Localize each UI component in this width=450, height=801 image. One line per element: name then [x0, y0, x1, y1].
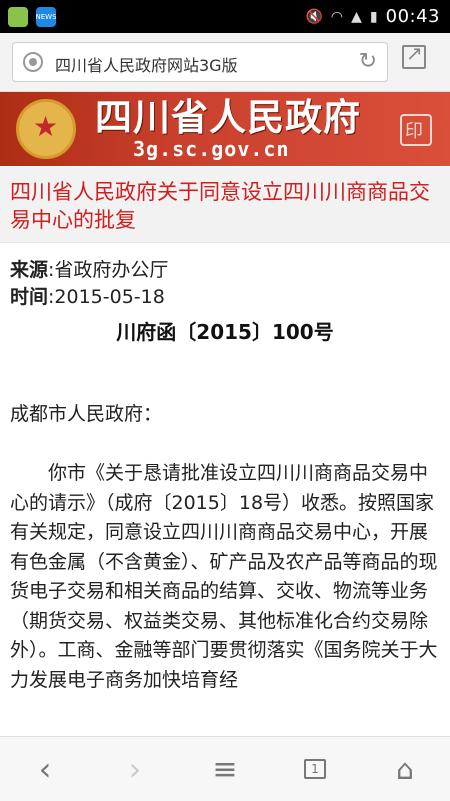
article-headline: 四川省人民政府关于同意设立四川川商商品交易中心的批复 — [10, 180, 430, 232]
news-notification-icon: NEWS — [35, 7, 57, 27]
site-banner: 四川省人民政府 3g.sc.gov.cn — [0, 92, 450, 166]
app-notification-icon — [8, 7, 28, 27]
salutation: 成都市人民政府： — [10, 403, 163, 425]
tabs-icon[interactable]: 1 — [270, 737, 360, 801]
globe-icon — [23, 52, 43, 72]
time-row: 时间:2015-05-18 — [10, 284, 440, 311]
menu-icon[interactable]: ≡ — [180, 737, 270, 801]
tabs-count: 1 — [304, 759, 326, 779]
status-bar: NEWS 🔇 ◠ ▲ ▮ 00:43 — [0, 0, 450, 33]
notification-icons: NEWS — [8, 7, 57, 27]
forward-icon[interactable]: › — [90, 737, 180, 801]
article-headline-box: 四川省人民政府关于同意设立四川川商商品交易中心的批复 — [0, 167, 450, 243]
home-icon[interactable]: ⌂ — [360, 737, 450, 801]
system-icons: 🔇 ◠ ▲ ▮ 00:43 — [305, 6, 440, 27]
bottom-navigation: ‹ › ≡ 1 ⌂ — [0, 736, 450, 801]
battery-icon: ▮ — [369, 8, 378, 25]
source-label: 来源 — [10, 259, 49, 281]
time-value: :2015-05-18 — [48, 286, 165, 308]
banner-domain: 3g.sc.gov.cn — [133, 137, 290, 161]
back-icon[interactable]: ‹ — [0, 737, 90, 801]
url-input[interactable]: 四川省人民政府网站3G版 ↻ — [12, 42, 388, 82]
article-meta: 来源:省政府办公厅 时间:2015-05-18 — [10, 257, 440, 311]
address-bar: 四川省人民政府网站3G版 ↻ — [0, 33, 450, 92]
mute-icon: 🔇 — [305, 8, 323, 25]
document-number: 川府函〔2015〕100号 — [116, 320, 334, 344]
banner-title: 四川省人民政府 — [95, 96, 361, 139]
source-value: :省政府办公厅 — [48, 259, 169, 281]
national-emblem-icon — [16, 99, 76, 159]
refresh-icon[interactable]: ↻ — [359, 49, 377, 74]
article-body: 你市《关于恳请批准设立四川川商商品交易中心的请示》（成府〔2015〕18号）收悉… — [10, 462, 438, 691]
page-title-in-url: 四川省人民政府网站3G版 — [55, 56, 238, 75]
source-row: 来源:省政府办公厅 — [10, 257, 440, 284]
signal-icon: ▲ — [351, 8, 362, 25]
wifi-icon: ◠ — [330, 8, 344, 25]
status-time: 00:43 — [385, 6, 440, 27]
seal-icon — [400, 114, 432, 146]
share-icon[interactable] — [402, 41, 426, 69]
time-label: 时间 — [10, 286, 49, 308]
